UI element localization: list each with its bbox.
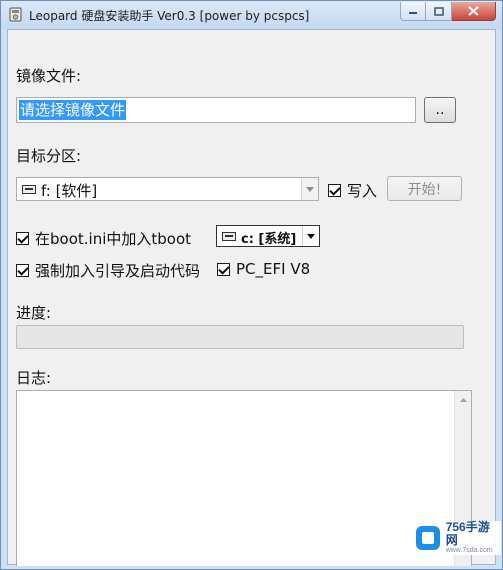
tboot-checkbox-box[interactable] [16,232,29,245]
chevron-up-icon [459,397,467,402]
client-area: 镜像文件: 请选择镜像文件 .. 目标分区: f: [软件] 写入 开始! 在b… [7,29,496,566]
write-checkbox-label: 写入 [347,182,378,200]
target-partition-value: f: [软件] [41,182,98,200]
chevron-down-icon [307,233,315,239]
caption-buttons [400,2,496,21]
app-icon [9,7,22,22]
force-boot-checkbox[interactable]: 强制加入引导及启动代码 [16,260,200,281]
scroll-up-button[interactable] [455,391,471,408]
watermark-main: 756手游网 [445,520,490,547]
tboot-checkbox-label: 在boot.ini中加入tboot [35,230,192,248]
target-partition-label: 目标分区: [16,147,82,165]
maximize-icon [433,6,444,16]
write-checkbox[interactable]: 写入 [328,180,377,201]
tboot-checkbox[interactable]: 在boot.ini中加入tboot [16,228,191,249]
force-boot-checkbox-label: 强制加入引导及启动代码 [35,262,201,280]
title-bar[interactable]: Leopard 硬盘安装助手 Ver0.3 [power by pcspcs] [1,1,502,29]
browse-button[interactable]: .. [424,97,456,123]
pc-efi-checkbox[interactable]: PC_EFI V8 [217,260,310,278]
write-checkbox-box[interactable] [328,184,341,197]
tboot-drive-select[interactable]: c: [系统] [216,225,320,247]
force-boot-checkbox-box[interactable] [16,264,29,277]
window-title: Leopard 硬盘安装助手 Ver0.3 [power by pcspcs] [29,9,310,23]
pc-efi-checkbox-box[interactable] [217,262,230,276]
close-button[interactable] [452,2,496,21]
pc-efi-checkbox-label: PC_EFI V8 [236,260,311,278]
log-label: 日志: [16,369,52,387]
log-textarea[interactable] [16,390,472,566]
target-partition-select[interactable]: f: [软件] [16,177,319,201]
image-file-label: 镜像文件: [16,67,82,85]
watermark-sub: www.7sda.com [445,547,493,554]
maximize-button[interactable] [426,2,452,21]
chevron-down-icon [306,186,314,192]
watermark-text: 756手游网 www.7sda.com [446,521,501,555]
close-icon [468,6,479,16]
drive-icon [222,232,236,241]
watermark: 756手游网 www.7sda.com [406,521,501,555]
dropdown-button[interactable] [301,178,318,200]
tboot-drive-value: c: [系统] [241,232,297,247]
minimize-icon [409,12,417,14]
dropdown-button[interactable] [302,226,319,246]
app-window: Leopard 硬盘安装助手 Ver0.3 [power by pcspcs] … [0,0,503,570]
progress-label: 进度: [16,304,52,322]
watermark-logo-icon [416,526,440,550]
minimize-button[interactable] [400,2,426,21]
drive-icon [22,185,36,194]
progress-bar [16,325,464,349]
image-file-value: 请选择镜像文件 [19,100,127,120]
start-button[interactable]: 开始! [387,176,462,201]
image-file-input[interactable]: 请选择镜像文件 [16,97,416,123]
